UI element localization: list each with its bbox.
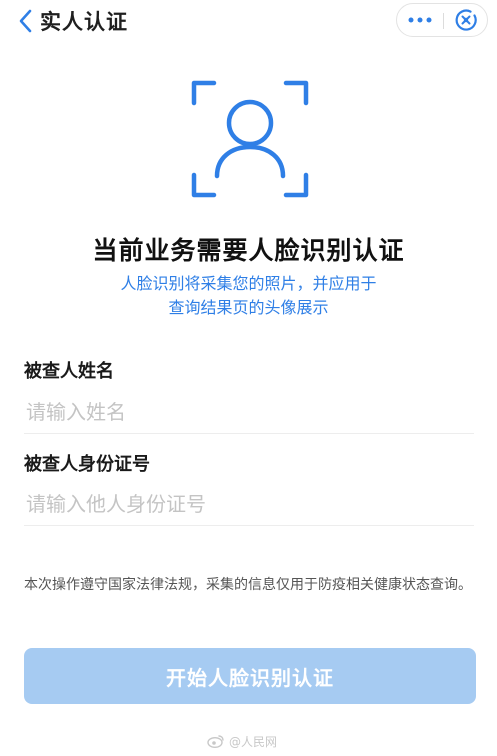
name-input[interactable] [24, 390, 474, 434]
headline: 当前业务需要人脸识别认证 [92, 236, 405, 265]
weibo-icon [207, 735, 224, 748]
page-title: 实人认证 [40, 10, 128, 34]
face-scan-icon [191, 80, 309, 198]
close-circle-icon [455, 9, 477, 31]
watermark: @人民网 [207, 731, 277, 751]
watermark-text: @人民网 [229, 734, 278, 749]
id-number-input[interactable] [24, 482, 474, 526]
more-button[interactable] [397, 4, 443, 36]
subtitle-line-2: 查询结果页的头像展示 [168, 298, 329, 317]
id-number-label: 被查人身份证号 [24, 454, 150, 475]
close-button[interactable] [444, 4, 488, 36]
nav-bar: 实人认证 [0, 0, 497, 44]
start-face-recognition-button[interactable]: 开始人脸识别认证 [24, 648, 476, 704]
back-button[interactable]: 实人认证 [18, 6, 128, 36]
name-label: 被查人姓名 [24, 361, 114, 382]
subtitle-line-1: 人脸识别将采集您的照片，并应用于 [120, 274, 377, 293]
more-dots-icon [408, 17, 432, 23]
chevron-left-icon [19, 9, 32, 33]
mini-program-capsule [396, 3, 488, 37]
privacy-notice: 本次操作遵守国家法律法规，采集的信息仅用于防疫相关健康状态查询。 [24, 577, 472, 593]
